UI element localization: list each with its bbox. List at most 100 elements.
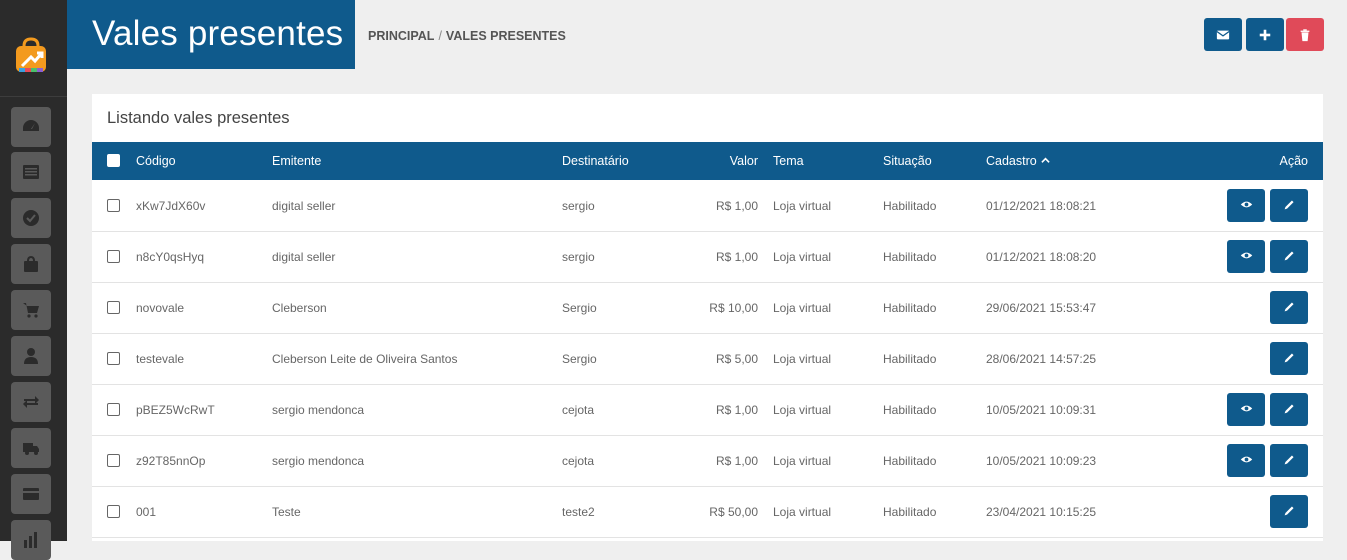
sidebar-item-shipping[interactable] bbox=[11, 428, 51, 468]
sidebar-item-dashboard[interactable] bbox=[11, 107, 51, 147]
column-tema[interactable]: Tema bbox=[773, 154, 804, 168]
cell-cadastro: 01/12/2021 18:08:20 bbox=[986, 250, 1097, 264]
cell-valor: R$ 1,00 bbox=[715, 250, 758, 264]
cell-emitente: Cleberson bbox=[272, 301, 327, 315]
add-button[interactable] bbox=[1246, 18, 1284, 51]
vouchers-panel: Listando vales presentes Código Emitente… bbox=[92, 94, 1323, 541]
table-row: z92T85nnOp sergio mendonca cejota R$ 1,00 Lo… bbox=[92, 435, 1323, 487]
pencil-icon bbox=[1283, 300, 1296, 316]
column-emitente[interactable]: Emitente bbox=[272, 154, 321, 168]
cell-cadastro: 10/05/2021 10:09:23 bbox=[986, 454, 1097, 468]
cell-situacao: Habilitado bbox=[883, 199, 937, 213]
select-all-checkbox[interactable] bbox=[107, 154, 120, 167]
row-checkbox[interactable] bbox=[107, 454, 120, 467]
cell-tema: Loja virtual bbox=[773, 352, 832, 366]
sidebar bbox=[0, 0, 67, 560]
cell-destinatario: sergio bbox=[562, 199, 595, 213]
check-circle-icon bbox=[23, 210, 39, 226]
view-button[interactable] bbox=[1227, 393, 1265, 426]
column-situacao[interactable]: Situação bbox=[883, 154, 932, 168]
cell-emitente: Cleberson Leite de Oliveira Santos bbox=[272, 352, 458, 366]
row-checkbox[interactable] bbox=[107, 352, 120, 365]
sidebar-item-products[interactable] bbox=[11, 244, 51, 284]
column-codigo[interactable]: Código bbox=[136, 154, 176, 168]
cell-emitente: sergio mendonca bbox=[272, 403, 365, 417]
table-row: 001 Teste teste2 R$ 50,00 Loja virtual Habili… bbox=[92, 486, 1323, 538]
eye-icon bbox=[1240, 198, 1253, 214]
view-button[interactable] bbox=[1227, 240, 1265, 273]
cell-tema: Loja virtual bbox=[773, 301, 832, 315]
row-checkbox[interactable] bbox=[107, 250, 120, 263]
cell-tema: Loja virtual bbox=[773, 505, 832, 519]
cell-cadastro: 01/12/2021 18:08:21 bbox=[986, 199, 1097, 213]
cart-icon bbox=[23, 303, 39, 318]
credit-card-icon bbox=[23, 488, 39, 500]
edit-button[interactable] bbox=[1270, 291, 1308, 324]
cell-destinatario: Sergio bbox=[562, 301, 597, 315]
pencil-icon bbox=[1283, 249, 1296, 265]
cell-codigo: 001 bbox=[136, 505, 157, 519]
sidebar-item-payments[interactable] bbox=[11, 474, 51, 514]
cell-emitente: Teste bbox=[272, 505, 301, 519]
logo-bag-icon bbox=[16, 37, 46, 72]
eye-icon bbox=[1240, 249, 1253, 265]
sidebar-divider bbox=[0, 96, 67, 97]
cell-codigo: xKw7JdX60v bbox=[136, 199, 206, 213]
page-title-block: Vales presentes bbox=[67, 0, 355, 69]
breadcrumb-current: VALES PRESENTES bbox=[445, 29, 566, 43]
cell-tema: Loja virtual bbox=[773, 199, 832, 213]
sidebar-item-customers[interactable] bbox=[11, 336, 51, 376]
column-cadastro-sorted[interactable]: Cadastro bbox=[986, 154, 1050, 168]
user-icon bbox=[24, 348, 38, 364]
delete-button[interactable] bbox=[1286, 18, 1324, 51]
edit-button[interactable] bbox=[1270, 495, 1308, 528]
list-icon bbox=[23, 165, 39, 179]
column-acao: Ação bbox=[1279, 154, 1309, 168]
edit-button[interactable] bbox=[1270, 393, 1308, 426]
breadcrumb-home[interactable]: PRINCIPAL bbox=[368, 29, 434, 43]
plus-icon bbox=[1259, 29, 1271, 40]
sidebar-item-reports[interactable] bbox=[11, 520, 51, 560]
cell-tema: Loja virtual bbox=[773, 454, 832, 468]
column-valor[interactable]: Valor bbox=[692, 154, 758, 168]
cell-valor: R$ 50,00 bbox=[709, 505, 758, 519]
row-checkbox[interactable] bbox=[107, 403, 120, 416]
send-email-button[interactable] bbox=[1204, 18, 1242, 51]
edit-button[interactable] bbox=[1270, 189, 1308, 222]
cell-situacao: Habilitado bbox=[883, 505, 937, 519]
column-destinatario[interactable]: Destinatário bbox=[562, 154, 629, 168]
row-checkbox[interactable] bbox=[107, 199, 120, 212]
envelope-icon bbox=[1216, 30, 1230, 39]
cell-situacao: Habilitado bbox=[883, 454, 937, 468]
cell-emitente: digital seller bbox=[272, 199, 336, 213]
cell-codigo: pBEZ5WcRwT bbox=[136, 403, 215, 417]
pencil-icon bbox=[1283, 402, 1296, 418]
cell-codigo: testevale bbox=[136, 352, 185, 366]
eye-icon bbox=[1240, 402, 1253, 418]
cell-destinatario: teste2 bbox=[562, 505, 595, 519]
pencil-icon bbox=[1283, 504, 1296, 520]
cell-situacao: Habilitado bbox=[883, 250, 937, 264]
cell-cadastro: 10/05/2021 10:09:31 bbox=[986, 403, 1097, 417]
sidebar-item-exchange[interactable] bbox=[11, 382, 51, 422]
exchange-icon bbox=[23, 396, 39, 408]
cell-codigo: novovale bbox=[136, 301, 185, 315]
cell-destinatario: Sergio bbox=[562, 352, 597, 366]
cell-destinatario: sergio bbox=[562, 250, 595, 264]
row-checkbox[interactable] bbox=[107, 505, 120, 518]
view-button[interactable] bbox=[1227, 444, 1265, 477]
sidebar-item-cart[interactable] bbox=[11, 290, 51, 330]
view-button[interactable] bbox=[1227, 189, 1265, 222]
sidebar-item-list[interactable] bbox=[11, 152, 51, 192]
edit-button[interactable] bbox=[1270, 342, 1308, 375]
cell-emitente: sergio mendonca bbox=[272, 454, 365, 468]
sidebar-item-check[interactable] bbox=[11, 198, 51, 238]
pencil-icon bbox=[1283, 351, 1296, 367]
edit-button[interactable] bbox=[1270, 444, 1308, 477]
row-checkbox[interactable] bbox=[107, 301, 120, 314]
app-logo[interactable] bbox=[11, 36, 51, 76]
edit-button[interactable] bbox=[1270, 240, 1308, 273]
cell-valor: R$ 5,00 bbox=[715, 352, 758, 366]
cell-tema: Loja virtual bbox=[773, 403, 832, 417]
shopping-bag-icon bbox=[24, 255, 38, 272]
